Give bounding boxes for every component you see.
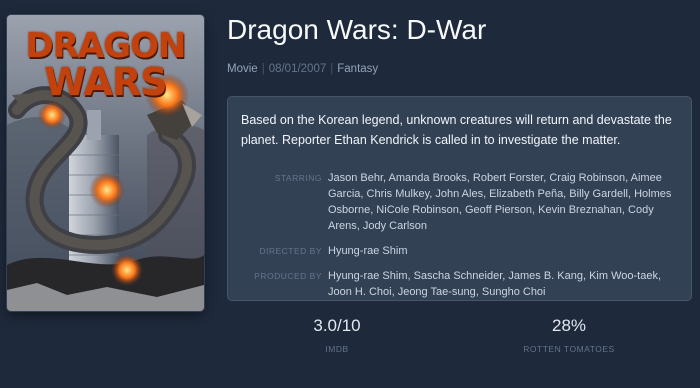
credit-value: Hyung-rae Shim [328,245,408,257]
credit-row-starring: STARRING Jason Behr, Amanda Brooks, Robe… [241,170,678,234]
movie-description: Based on the Korean legend, unknown crea… [241,113,672,147]
imdb-score: 3.0/10 [313,316,361,335]
movie-type: Movie [227,63,258,75]
credit-value: Hyung-rae Shim, Sascha Schneider, James … [328,270,662,298]
rotten-tomatoes-score: 28% [551,316,587,335]
rotten-tomatoes-label: ROTTEN TOMATOES [523,344,615,354]
meta-separator: | [261,63,265,75]
details-card: Based on the Korean legend, unknown crea… [227,96,692,301]
poster-title-line2: WARS [44,60,167,104]
movie-poster: DRAGON WARS [7,15,204,311]
imdb-rating: 3.0/10 IMDB [257,316,417,354]
credit-row-produced-by: PRODUCED BY Hyung-rae Shim, Sascha Schne… [241,268,678,300]
imdb-label: IMDB [325,344,349,354]
credits-list: STARRING Jason Behr, Amanda Brooks, Robe… [241,170,678,300]
poster-title-line1: DRAGON [25,26,187,66]
movie-title: Dragon Wars: D-War [227,14,487,45]
credit-label: DIRECTED BY [259,246,322,256]
movie-genre: Fantasy [337,63,379,75]
credit-value: Jason Behr, Amanda Brooks, Robert Forste… [328,172,672,232]
credit-label: PRODUCED BY [254,271,322,281]
meta-separator: | [330,63,334,75]
movie-meta: Movie | 08/01/2007 | Fantasy [227,63,378,75]
credit-label: STARRING [274,173,322,183]
rotten-tomatoes-rating: 28% ROTTEN TOMATOES [489,316,649,354]
release-date: 08/01/2007 [268,63,327,75]
credit-row-directed-by: DIRECTED BY Hyung-rae Shim [241,243,678,259]
